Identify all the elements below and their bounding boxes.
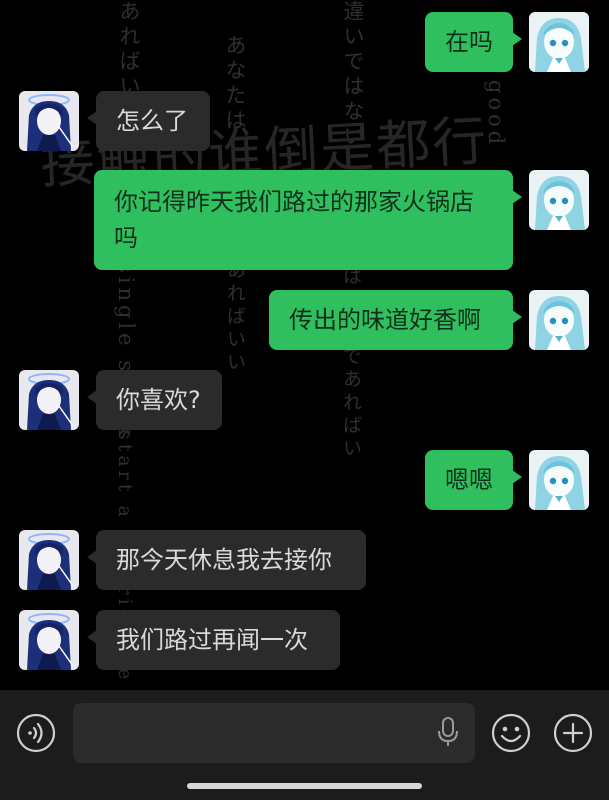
my-avatar-image (529, 290, 589, 350)
message-text: 在吗 (445, 28, 493, 56)
message-input[interactable] (73, 703, 475, 763)
my-avatar[interactable] (529, 450, 589, 510)
message-text: 怎么了 (116, 107, 188, 135)
message-text: 你喜欢? (116, 386, 201, 414)
home-indicator[interactable] (187, 783, 422, 789)
message-bubble[interactable]: 你记得昨天我们路过的那家火锅店吗 (94, 170, 522, 270)
contact-avatar-image (19, 91, 79, 151)
contact-avatar[interactable] (19, 530, 79, 590)
contact-avatar-image (19, 370, 79, 430)
plus-circle-icon[interactable] (553, 713, 593, 753)
contact-avatar[interactable] (19, 370, 79, 430)
message-text: 传出的味道好香啊 (289, 306, 481, 334)
my-avatar-image (529, 450, 589, 510)
my-avatar-image (529, 170, 589, 230)
message-bubble[interactable]: 怎么了 (87, 91, 210, 151)
message-bubble[interactable]: 你喜欢? (87, 370, 222, 430)
contact-avatar-image (19, 610, 79, 670)
message-list[interactable]: 在吗 怎么了 你记得昨天我们路过的那家火锅店吗 传出的味道好香啊 你喜欢? 嗯嗯… (0, 0, 609, 690)
my-avatar-image (529, 12, 589, 72)
voice-icon[interactable] (16, 713, 56, 753)
microphone-icon[interactable] (436, 715, 476, 755)
contact-avatar[interactable] (19, 91, 79, 151)
message-text: 那今天休息我去接你 (116, 546, 332, 574)
my-avatar[interactable] (529, 170, 589, 230)
my-avatar[interactable] (529, 290, 589, 350)
message-bubble[interactable]: 那今天休息我去接你 (87, 530, 366, 590)
message-text: 我们路过再闻一次 (116, 626, 308, 654)
contact-avatar[interactable] (19, 610, 79, 670)
message-bubble[interactable]: 嗯嗯 (425, 450, 522, 510)
message-text: 嗯嗯 (445, 466, 493, 494)
emoji-icon[interactable] (491, 713, 531, 753)
my-avatar[interactable] (529, 12, 589, 72)
message-text: 你记得昨天我们路过的那家火锅店吗 (114, 188, 474, 252)
message-bubble[interactable]: 在吗 (425, 12, 522, 72)
contact-avatar-image (19, 530, 79, 590)
message-bubble[interactable]: 我们路过再闻一次 (87, 610, 340, 670)
message-bubble[interactable]: 传出的味道好香啊 (269, 290, 522, 350)
